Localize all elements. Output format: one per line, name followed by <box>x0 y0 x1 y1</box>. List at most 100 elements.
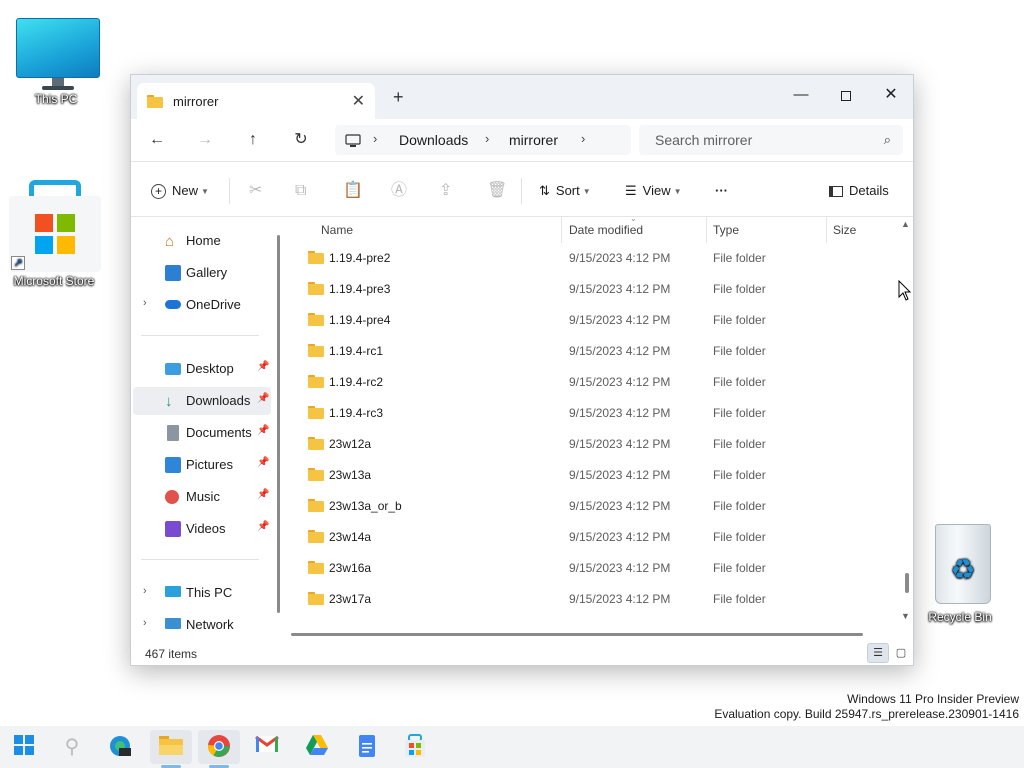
desktop-icon-this-pc[interactable]: This PC <box>11 16 101 106</box>
scroll-down-arrow-icon[interactable]: ▼ <box>901 611 910 621</box>
chevron-right-icon[interactable]: › <box>143 585 147 597</box>
search-box[interactable]: Search mirrorer ⌕ <box>639 125 903 155</box>
file-name: 1.19.4-rc2 <box>329 375 384 389</box>
sidebar-item-home[interactable]: ⌂ Home <box>133 227 271 255</box>
file-type: File folder <box>713 406 766 420</box>
pin-icon[interactable]: 📌 <box>257 361 269 372</box>
refresh-button[interactable]: ↻ <box>287 129 315 151</box>
details-pane-button[interactable]: Details <box>829 180 889 202</box>
table-row[interactable]: 23w13a 9/15/2023 4:12 PM File folder <box>288 460 898 491</box>
desktop-icon-microsoft-store[interactable]: ↗ Microsoft Store <box>9 176 101 288</box>
start-icon[interactable] <box>11 734 37 760</box>
sort-button[interactable]: ⇅ Sort ▼ <box>539 180 591 202</box>
column-divider[interactable] <box>826 217 827 243</box>
table-row[interactable]: 23w16a 9/15/2023 4:12 PM File folder <box>288 553 898 584</box>
view-button[interactable]: ☰ View ▼ <box>625 180 682 202</box>
paste-button[interactable]: 📋 <box>343 180 363 202</box>
horizontal-scrollbar[interactable] <box>291 633 863 636</box>
sidebar-item-this-pc[interactable]: › This PC <box>133 579 271 607</box>
address-bar[interactable]: › Downloads › mirrorer › <box>335 125 631 155</box>
table-row[interactable]: 23w14a 9/15/2023 4:12 PM File folder <box>288 522 898 553</box>
pin-icon[interactable]: 📌 <box>257 425 269 436</box>
search-icon[interactable]: ⚲ <box>59 734 85 760</box>
column-divider[interactable] <box>706 217 707 243</box>
file-explorer-icon[interactable] <box>158 734 184 768</box>
pin-icon[interactable]: 📌 <box>257 457 269 468</box>
folder-icon <box>308 375 324 388</box>
vertical-scrollbar-thumb[interactable] <box>905 573 909 593</box>
breadcrumb-separator[interactable]: › <box>485 131 489 146</box>
google-drive-icon[interactable] <box>304 734 330 760</box>
file-name: 1.19.4-pre3 <box>329 282 391 296</box>
column-header-size[interactable]: Size <box>833 223 856 237</box>
sidebar-item-onedrive[interactable]: › OneDrive <box>133 291 271 319</box>
column-divider[interactable] <box>561 217 562 243</box>
pin-icon[interactable]: 📌 <box>257 393 269 404</box>
sidebar-scrollbar[interactable] <box>277 235 280 613</box>
file-date-modified: 9/15/2023 4:12 PM <box>569 344 671 358</box>
sidebar-item-network[interactable]: › Network <box>133 611 271 639</box>
folder-icon <box>308 530 324 543</box>
share-button[interactable]: ⇪ <box>439 180 452 202</box>
chevron-right-icon[interactable]: › <box>143 617 147 629</box>
new-button[interactable]: + New ▼ <box>151 180 209 202</box>
column-header-type[interactable]: Type <box>713 223 739 237</box>
table-row[interactable]: 1.19.4-pre2 9/15/2023 4:12 PM File folder <box>288 243 898 274</box>
pin-icon[interactable]: 📌 <box>257 521 269 532</box>
table-row[interactable]: 1.19.4-rc2 9/15/2023 4:12 PM File folder <box>288 367 898 398</box>
close-window-button[interactable]: ✕ <box>871 81 911 109</box>
table-row[interactable]: 1.19.4-rc3 9/15/2023 4:12 PM File folder <box>288 398 898 429</box>
up-button[interactable]: ↑ <box>239 129 267 151</box>
maximize-button[interactable] <box>826 81 866 109</box>
sidebar-item-videos[interactable]: Videos 📌 <box>133 515 271 543</box>
sidebar-item-desktop[interactable]: Desktop 📌 <box>133 355 271 383</box>
folder-icon <box>308 468 324 481</box>
back-button[interactable]: ← <box>143 129 171 151</box>
chrome-icon[interactable] <box>206 734 232 768</box>
tiles-view-button[interactable]: ▢ <box>893 643 909 663</box>
breadcrumb-separator[interactable]: › <box>373 131 377 146</box>
details-view-button[interactable]: ☰ <box>867 643 889 663</box>
breadcrumb-mirrorer[interactable]: mirrorer <box>509 132 558 148</box>
table-row[interactable]: 1.19.4-rc1 9/15/2023 4:12 PM File folder <box>288 336 898 367</box>
breadcrumb-separator[interactable]: › <box>581 131 585 146</box>
edge-icon[interactable] <box>107 734 133 760</box>
more-options-button[interactable]: ··· <box>715 180 728 202</box>
table-row[interactable]: 23w17a 9/15/2023 4:12 PM File folder <box>288 584 898 615</box>
table-row[interactable]: 1.19.4-pre4 9/15/2023 4:12 PM File folder <box>288 305 898 336</box>
navigation-pane: ⌂ Home Gallery › OneDrive Desktop 📌 ↓ Do… <box>131 217 287 641</box>
table-row[interactable]: 23w12a 9/15/2023 4:12 PM File folder <box>288 429 898 460</box>
sidebar-item-gallery[interactable]: Gallery <box>133 259 271 287</box>
gmail-icon[interactable] <box>254 734 280 760</box>
sidebar-item-label: Downloads <box>186 393 251 408</box>
file-date-modified: 9/15/2023 4:12 PM <box>569 592 671 606</box>
file-type: File folder <box>713 375 766 389</box>
pin-icon[interactable]: 📌 <box>257 489 269 500</box>
microsoft-store-icon[interactable] <box>402 734 428 760</box>
delete-button[interactable]: 🗑 <box>487 180 507 202</box>
rename-button[interactable]: Ⓐ <box>391 180 407 202</box>
minimize-button[interactable]: — <box>781 81 821 109</box>
breadcrumb-downloads[interactable]: Downloads <box>399 132 468 148</box>
copy-button[interactable]: ⧉ <box>295 180 306 202</box>
table-row[interactable]: 1.19.4-pre3 9/15/2023 4:12 PM File folder <box>288 274 898 305</box>
column-header-name[interactable]: Name <box>321 223 353 237</box>
sidebar-item-pictures[interactable]: Pictures 📌 <box>133 451 271 479</box>
sidebar-item-label: Gallery <box>186 265 228 280</box>
sidebar-item-downloads[interactable]: ↓ Downloads 📌 <box>133 387 271 415</box>
sidebar-item-documents[interactable]: Documents 📌 <box>133 419 271 447</box>
cut-button[interactable]: ✂ <box>249 180 262 202</box>
scroll-up-arrow-icon[interactable]: ▲ <box>901 219 910 229</box>
chevron-right-icon[interactable]: › <box>143 297 147 309</box>
new-tab-button[interactable]: + <box>393 87 404 108</box>
column-header-date-modified[interactable]: Date modified <box>569 223 643 237</box>
desktop-icon-recycle-bin[interactable]: ♻ Recycle Bin <box>915 520 1005 624</box>
tab-mirrorer[interactable]: mirrorer ✕ <box>137 83 375 119</box>
file-name: 1.19.4-pre2 <box>329 251 391 265</box>
file-type: File folder <box>713 437 766 451</box>
google-docs-icon[interactable] <box>354 734 380 760</box>
sidebar-item-music[interactable]: Music 📌 <box>133 483 271 511</box>
table-row[interactable]: 23w13a_or_b 9/15/2023 4:12 PM File folder <box>288 491 898 522</box>
forward-button[interactable]: → <box>191 129 219 151</box>
close-tab-icon[interactable]: ✕ <box>352 91 365 111</box>
